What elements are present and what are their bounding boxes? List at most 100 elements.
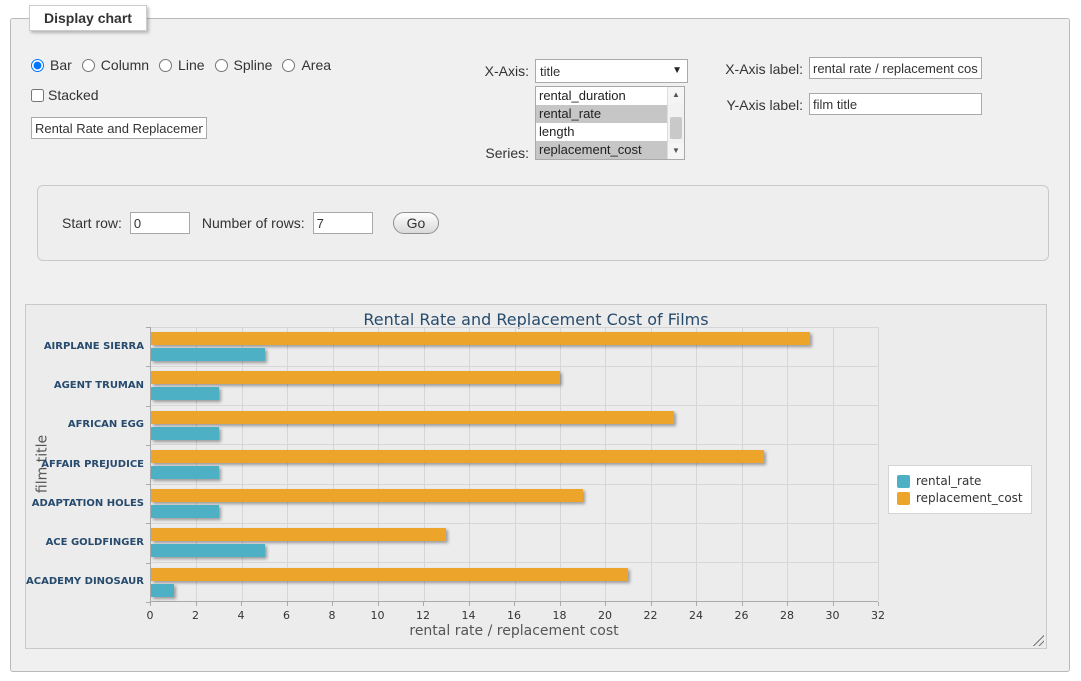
bar-replacement_cost-african-egg[interactable]: [151, 411, 674, 424]
x-axis-select[interactable]: title ▼: [535, 59, 688, 83]
legend-label: replacement_cost: [916, 491, 1023, 505]
bar-rental_rate-airplane-sierra[interactable]: [151, 348, 265, 361]
bar-replacement_cost-academy-dinosaur[interactable]: [151, 568, 628, 581]
bar-replacement_cost-ace-goldfinger[interactable]: [151, 528, 446, 541]
go-button[interactable]: Go: [393, 212, 440, 234]
x-tick-label: 0: [130, 609, 170, 622]
category-label: ACADEMY DINOSAUR: [26, 576, 144, 587]
start-row-input[interactable]: [130, 212, 190, 234]
y-axis-tick: [146, 484, 150, 485]
x-axis-tick: [287, 602, 288, 606]
y-axis-tick: [146, 406, 150, 407]
x-tick-label: 26: [722, 609, 762, 622]
x-tick-label: 10: [358, 609, 398, 622]
gridline-vertical: [333, 327, 334, 601]
gridline-horizontal: [151, 523, 878, 524]
gridline-vertical: [833, 327, 834, 601]
bar-replacement_cost-adaptation-holes[interactable]: [151, 489, 583, 502]
stacked-checkbox[interactable]: [31, 89, 44, 102]
x-axis-tick: [696, 602, 697, 606]
chart-type-radio-line[interactable]: [159, 59, 172, 72]
stacked-label: Stacked: [48, 87, 99, 103]
chart-legend: rental_rate replacement_cost: [888, 465, 1032, 514]
bar-replacement_cost-affair-prejudice[interactable]: [151, 450, 764, 463]
number-of-rows-input[interactable]: [313, 212, 373, 234]
x-tick-label: 18: [540, 609, 580, 622]
gridline-vertical: [469, 327, 470, 601]
series-options: rental_durationrental_ratelengthreplacem…: [536, 87, 667, 159]
scrollbar-thumb[interactable]: [670, 117, 682, 139]
series-option-rental_rate[interactable]: rental_rate: [536, 105, 667, 123]
x-axis-tick: [469, 602, 470, 606]
gridline-horizontal: [151, 327, 878, 328]
x-tick-label: 14: [449, 609, 489, 622]
x-axis-tick: [241, 602, 242, 606]
x-axis-tick: [423, 602, 424, 606]
bar-rental_rate-agent-truman[interactable]: [151, 387, 219, 400]
bar-rental_rate-african-egg[interactable]: [151, 427, 219, 440]
scroll-down-icon[interactable]: ▼: [668, 143, 684, 159]
bar-rental_rate-academy-dinosaur[interactable]: [151, 584, 174, 597]
x-tick-label: 22: [631, 609, 671, 622]
category-label: ADAPTATION HOLES: [26, 498, 144, 509]
series-scrollbar[interactable]: ▲ ▼: [667, 87, 684, 159]
chart-type-radio-spline[interactable]: [215, 59, 228, 72]
chart-type-label-spline: Spline: [234, 57, 273, 73]
chart-title-input[interactable]: [31, 117, 207, 139]
gridline-vertical: [378, 327, 379, 601]
x-axis-tick: [787, 602, 788, 606]
bar-rental_rate-adaptation-holes[interactable]: [151, 505, 219, 518]
bar-replacement_cost-airplane-sierra[interactable]: [151, 332, 810, 345]
y-axis-label-label: Y-Axis label:: [711, 97, 803, 113]
gridline-vertical: [787, 327, 788, 601]
category-label: AFRICAN EGG: [26, 419, 144, 430]
bar-rental_rate-affair-prejudice[interactable]: [151, 466, 219, 479]
x-tick-label: 12: [403, 609, 443, 622]
chart-container: Rental Rate and Replacement Cost of Film…: [25, 304, 1047, 649]
legend-swatch-rental_rate: [897, 475, 910, 488]
chart-type-radio-bar[interactable]: [31, 59, 44, 72]
series-option-rental_duration[interactable]: rental_duration: [536, 87, 667, 105]
chart-type-label-column: Column: [101, 57, 149, 73]
gridline-vertical: [878, 327, 879, 601]
y-axis-tick: [146, 563, 150, 564]
x-axis-tick: [514, 602, 515, 606]
category-label: AIRPLANE SIERRA: [26, 341, 144, 352]
gridline-horizontal: [151, 366, 878, 367]
resize-grip-icon[interactable]: [1031, 633, 1044, 646]
x-axis-tick: [332, 602, 333, 606]
x-axis-tick: [378, 602, 379, 606]
x-tick-label: 28: [767, 609, 807, 622]
bar-replacement_cost-agent-truman[interactable]: [151, 371, 560, 384]
series-option-length[interactable]: length: [536, 123, 667, 141]
chart-type-radio-column[interactable]: [82, 59, 95, 72]
legend-item-replacement_cost[interactable]: replacement_cost: [897, 491, 1023, 505]
chart-type-radio-area[interactable]: [282, 59, 295, 72]
gridline-horizontal: [151, 484, 878, 485]
x-axis-tick: [833, 602, 834, 606]
start-row-label: Start row:: [62, 215, 122, 231]
x-tick-label: 6: [267, 609, 307, 622]
series-select[interactable]: rental_durationrental_ratelengthreplacem…: [535, 86, 685, 160]
category-label: AGENT TRUMAN: [26, 380, 144, 391]
legend-item-rental_rate[interactable]: rental_rate: [897, 474, 1023, 488]
x-axis-tick: [560, 602, 561, 606]
series-option-replacement_cost[interactable]: replacement_cost: [536, 141, 667, 159]
y-axis-label-input[interactable]: [809, 93, 982, 115]
number-of-rows-label: Number of rows:: [202, 215, 305, 231]
gridline-vertical: [605, 327, 606, 601]
y-axis-tick: [146, 445, 150, 446]
display-chart-panel: Display chart BarColumnLineSplineArea St…: [10, 18, 1070, 672]
gridline-vertical: [287, 327, 288, 601]
bar-rental_rate-ace-goldfinger[interactable]: [151, 544, 265, 557]
stacked-checkbox-row: Stacked: [31, 87, 99, 103]
plot-area: [150, 327, 878, 602]
x-tick-label: 2: [176, 609, 216, 622]
x-tick-label: 8: [312, 609, 352, 622]
x-axis-title: rental rate / replacement cost: [150, 623, 878, 639]
x-tick-label: 32: [858, 609, 898, 622]
legend-swatch-replacement_cost: [897, 492, 910, 505]
scroll-up-icon[interactable]: ▲: [668, 87, 684, 103]
y-axis-tick: [146, 523, 150, 524]
x-axis-label-input[interactable]: [809, 57, 982, 79]
